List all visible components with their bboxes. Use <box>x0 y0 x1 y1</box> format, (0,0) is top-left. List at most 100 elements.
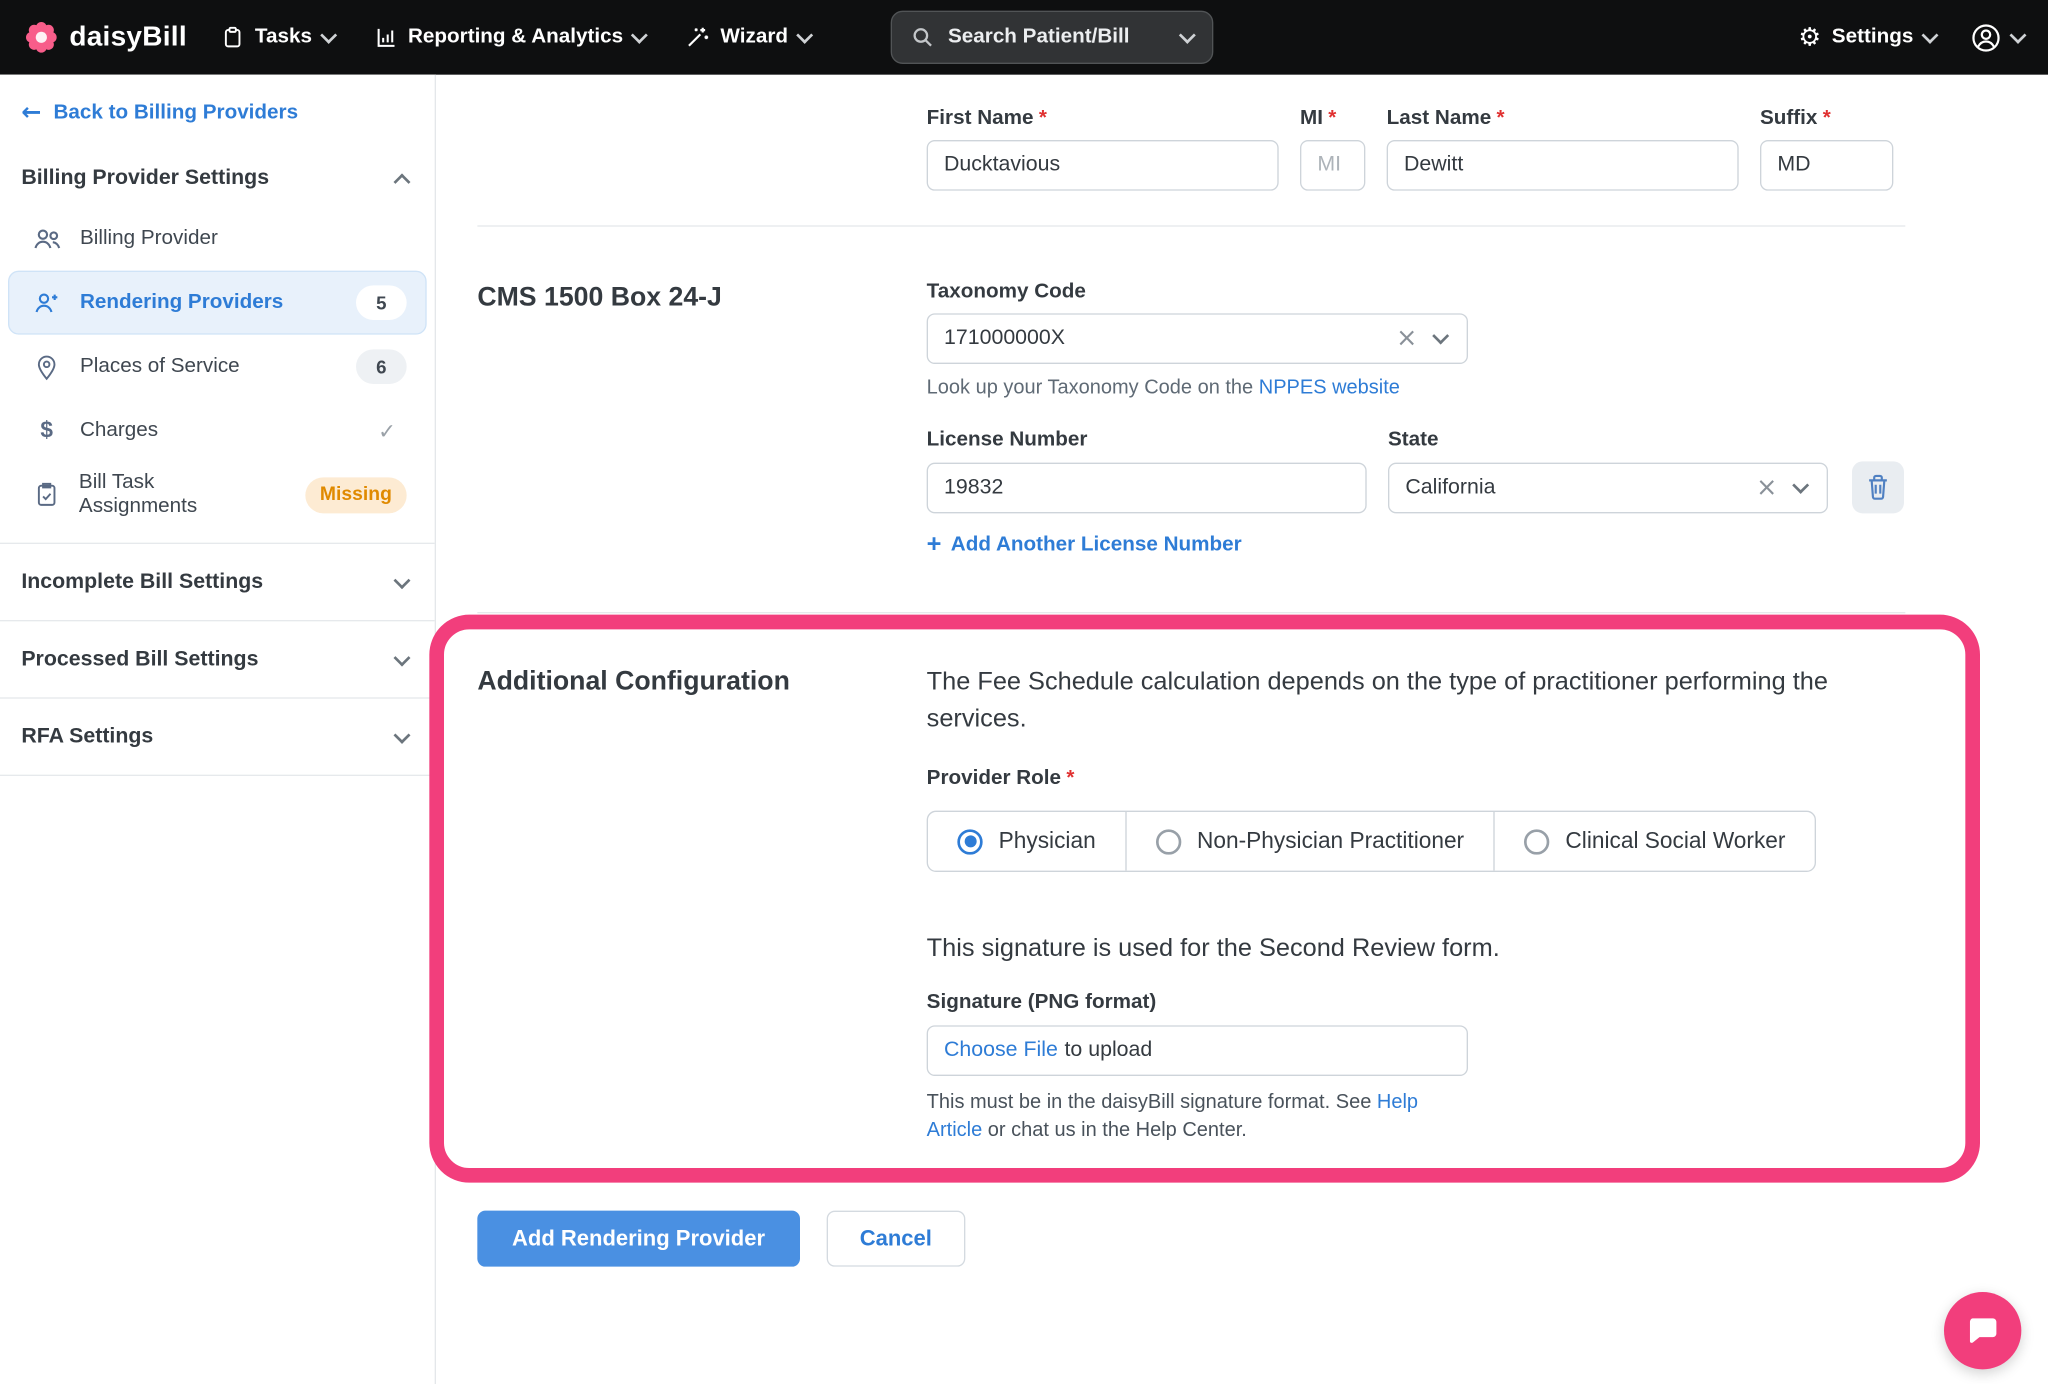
section-title: Incomplete Bill Settings <box>21 570 263 594</box>
brand-name: daisyBill <box>69 21 187 53</box>
nav-settings[interactable]: ⚙ Settings <box>1798 25 1936 50</box>
radio-option-physician[interactable]: Physician <box>928 812 1125 871</box>
sidebar-item-label: Rendering Providers <box>80 291 283 315</box>
first-name-input[interactable] <box>927 140 1279 191</box>
sidebar-item-label: Bill Task Assignments <box>79 471 271 519</box>
cancel-button[interactable]: Cancel <box>826 1211 965 1267</box>
search-icon <box>911 25 935 49</box>
sidebar-item-rendering-providers[interactable]: Rendering Providers 5 <box>8 271 427 335</box>
nav-wizard-label: Wizard <box>720 25 788 49</box>
magic-wand-icon <box>686 25 710 49</box>
taxonomy-code-input[interactable] <box>927 313 1468 364</box>
chevron-down-icon <box>1179 27 1196 44</box>
section-title: Processed Bill Settings <box>21 647 258 671</box>
taxonomy-helper: Look up your Taxonomy Code on the NPPES … <box>927 376 1906 399</box>
clipboard-icon <box>222 25 245 49</box>
check-icon: ✓ <box>378 418 396 443</box>
state-select[interactable]: × <box>1388 462 1828 513</box>
add-license-label: Add Another License Number <box>951 533 1242 557</box>
chevron-down-icon <box>394 726 411 743</box>
sidebar-section-billing-provider-settings[interactable]: Billing Provider Settings <box>0 148 435 207</box>
chevron-up-icon <box>394 173 411 190</box>
divider <box>477 225 1905 226</box>
back-link-label: Back to Billing Providers <box>53 101 298 125</box>
bar-chart-icon <box>375 25 398 49</box>
count-badge: 5 <box>356 285 407 320</box>
chevron-down-icon <box>394 572 411 589</box>
signature-file-upload[interactable]: Choose File to upload <box>927 1025 1468 1076</box>
clear-icon[interactable]: × <box>1396 326 1417 351</box>
last-name-input[interactable] <box>1387 140 1739 191</box>
mi-label: MI* <box>1300 107 1365 131</box>
nav-tasks[interactable]: Tasks <box>222 25 335 49</box>
chevron-down-icon <box>1922 27 1939 44</box>
suffix-input[interactable] <box>1760 140 1893 191</box>
top-navbar: daisyBill Tasks Reporting & Analytics <box>0 0 2048 75</box>
chevron-down-icon <box>2010 27 2027 44</box>
signature-note: This signature is used for the Second Re… <box>927 931 1898 970</box>
trash-icon <box>1865 473 1890 501</box>
first-name-label: First Name* <box>927 107 1279 131</box>
nav-wizard[interactable]: Wizard <box>686 25 811 49</box>
daisy-flower-icon <box>24 20 59 55</box>
brand-logo[interactable]: daisyBill <box>24 20 187 55</box>
delete-license-button[interactable] <box>1852 461 1904 513</box>
radio-icon <box>1524 829 1549 854</box>
chevron-down-icon <box>796 27 813 44</box>
clear-icon[interactable]: × <box>1756 475 1777 500</box>
chevron-down-icon <box>631 27 648 44</box>
add-another-license-link[interactable]: + Add Another License Number <box>927 533 1242 557</box>
dollar-icon: $ <box>31 417 63 444</box>
sidebar-section-incomplete-bill-settings[interactable]: Incomplete Bill Settings <box>0 544 435 621</box>
nav-reporting[interactable]: Reporting & Analytics <box>375 25 646 49</box>
license-number-input[interactable] <box>927 462 1367 513</box>
radio-selected-icon <box>957 829 982 854</box>
choose-file-link[interactable]: Choose File <box>944 1039 1058 1063</box>
sidebar-item-bill-task-assignments[interactable]: Bill Task Assignments Missing <box>8 463 427 527</box>
additional-config-title: Additional Configuration <box>477 663 926 698</box>
nav-reporting-label: Reporting & Analytics <box>408 25 623 49</box>
arrow-left-icon: ← <box>21 101 41 125</box>
chevron-down-icon <box>394 649 411 666</box>
plus-icon: + <box>927 531 942 556</box>
radio-label: Non-Physician Practitioner <box>1197 828 1464 855</box>
search-patient-bill[interactable]: Search Patient/Bill <box>891 11 1214 64</box>
user-circle-icon <box>1971 22 2002 53</box>
nav-settings-label: Settings <box>1832 25 1914 49</box>
state-label: State <box>1388 428 1439 452</box>
nav-account[interactable] <box>1971 22 2024 53</box>
radio-label: Clinical Social Worker <box>1565 828 1785 855</box>
taxonomy-code-select[interactable]: × <box>927 313 1468 364</box>
back-to-billing-providers-link[interactable]: ← Back to Billing Providers <box>21 101 298 125</box>
clipboard-check-icon <box>31 481 62 508</box>
divider <box>477 611 1905 612</box>
sidebar-item-billing-provider[interactable]: Billing Provider <box>8 207 427 271</box>
section-title: RFA Settings <box>21 725 153 749</box>
main-content: First Name* MI* <box>436 75 2048 1384</box>
count-badge: 6 <box>356 349 407 384</box>
sidebar-section-processed-bill-settings[interactable]: Processed Bill Settings <box>0 621 435 698</box>
radio-label: Physician <box>999 828 1096 855</box>
chevron-down-icon <box>320 27 337 44</box>
sidebar-item-charges[interactable]: $ Charges ✓ <box>8 399 427 463</box>
upload-suffix: to upload <box>1064 1039 1152 1063</box>
search-placeholder: Search Patient/Bill <box>948 25 1168 49</box>
sidebar-item-label: Charges <box>80 419 158 443</box>
sidebar-item-places-of-service[interactable]: Places of Service 6 <box>8 335 427 399</box>
sidebar-section-rfa-settings[interactable]: RFA Settings <box>0 699 435 776</box>
add-rendering-provider-button[interactable]: Add Rendering Provider <box>477 1211 799 1267</box>
missing-badge: Missing <box>305 477 407 513</box>
map-pin-icon <box>31 353 63 381</box>
provider-role-label: Provider Role* <box>927 767 1906 791</box>
section-title: Billing Provider Settings <box>21 167 269 191</box>
nppes-website-link[interactable]: NPPES website <box>1259 376 1400 399</box>
sidebar-item-label: Billing Provider <box>80 227 218 251</box>
radio-option-non-physician-practitioner[interactable]: Non-Physician Practitioner <box>1125 812 1493 871</box>
sidebar: ← Back to Billing Providers Billing Prov… <box>0 75 436 1384</box>
chat-bubble-icon <box>1965 1313 2000 1348</box>
app-root: daisyBill Tasks Reporting & Analytics <box>0 0 2048 1384</box>
radio-option-clinical-social-worker[interactable]: Clinical Social Worker <box>1493 812 1814 871</box>
mi-input[interactable] <box>1300 140 1365 191</box>
radio-icon <box>1156 829 1181 854</box>
chat-launcher-button[interactable] <box>1944 1292 2021 1369</box>
